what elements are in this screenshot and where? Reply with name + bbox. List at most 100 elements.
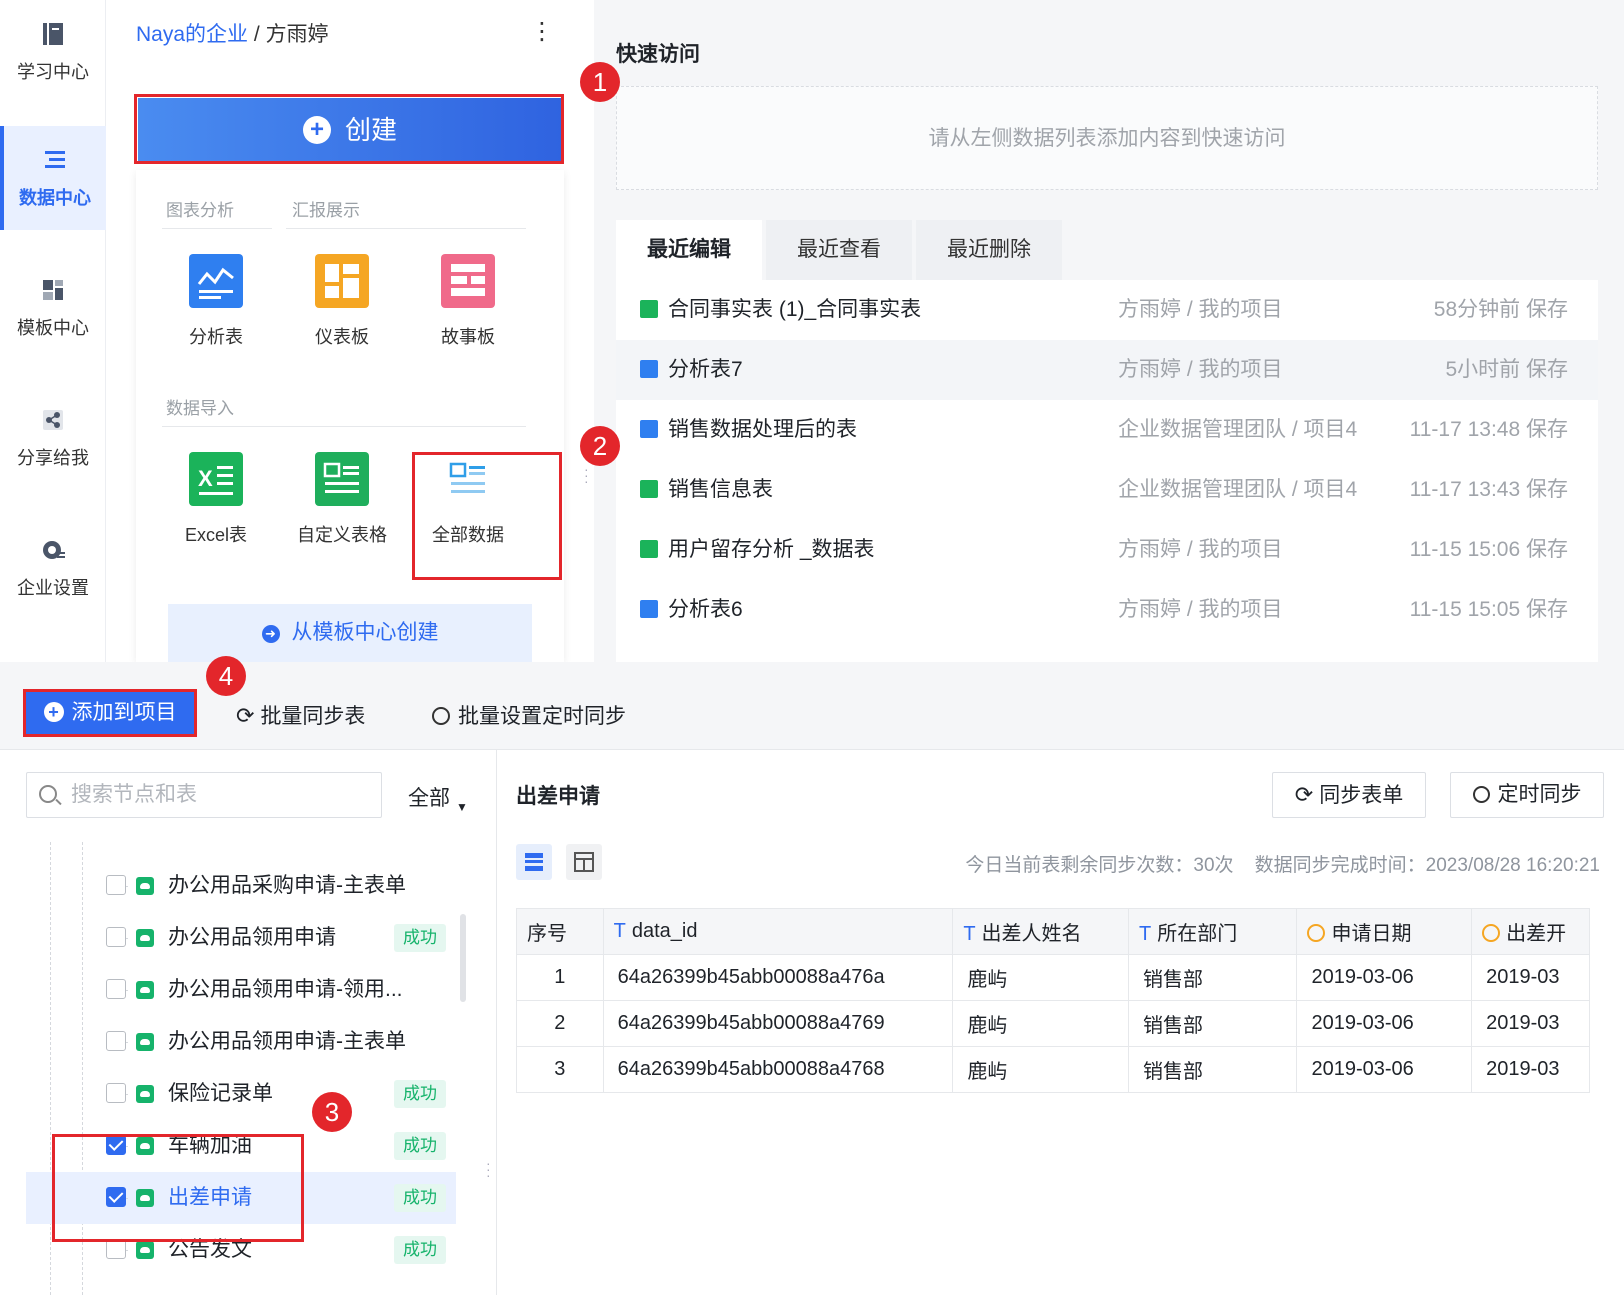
- bottom-screenshot: + 添加到项目 4 ⟳ 批量同步表 批量设置定时同步 搜索节点和表 全部 ▼ 办公用品…: [0, 656, 1624, 1295]
- divider: [286, 228, 526, 229]
- grid-view-icon[interactable]: [566, 844, 602, 880]
- status-badge: 成功: [394, 1080, 446, 1108]
- tab-recent-edit[interactable]: 最近编辑: [616, 220, 762, 280]
- recent-row[interactable]: 销售信息表 企业数据管理团队 / 项目4 11-17 13:43 保存: [616, 460, 1598, 520]
- table-row[interactable]: 2 64a26399b45abb00088a4769 鹿屿 销售部 2019-0…: [516, 1000, 1590, 1047]
- section-data-import: 数据导入: [166, 399, 234, 418]
- tree-item-label: 办公用品领用申请: [168, 926, 336, 949]
- date-type-icon: [1307, 924, 1326, 942]
- search-placeholder: 搜索节点和表: [71, 783, 197, 806]
- recent-name: 销售信息表: [668, 478, 773, 501]
- recent-name: 分析表7: [668, 358, 743, 381]
- table-row[interactable]: 1 64a26399b45abb00088a476a 鹿屿 销售部 2019-0…: [516, 954, 1590, 1001]
- tree-item[interactable]: 保险记录单 成功: [26, 1068, 456, 1120]
- timer-sync-button[interactable]: 定时同步: [1450, 772, 1604, 818]
- sidebar-item-templates[interactable]: 模板中心: [0, 256, 106, 360]
- storyboard-icon: [441, 254, 495, 308]
- pane-divider: [496, 750, 497, 1295]
- breadcrumb-org[interactable]: Naya的企业: [136, 23, 248, 46]
- checkbox[interactable]: [106, 875, 126, 895]
- tile-excel[interactable]: X Excel表: [156, 452, 276, 547]
- recent-row[interactable]: 用户留存分析 _数据表 方雨婷 / 我的项目 11-15 15:06 保存: [616, 520, 1598, 580]
- table-cell: 鹿屿: [952, 1046, 1129, 1093]
- status-badge: 成功: [394, 1132, 446, 1160]
- recent-path: 方雨婷 / 我的项目: [1118, 358, 1283, 381]
- column-header[interactable]: Tdata_id: [602, 908, 954, 955]
- column-header[interactable]: 序号: [516, 908, 604, 955]
- tile-storyboard[interactable]: 故事板: [408, 254, 528, 349]
- highlight-box-4: [23, 689, 197, 737]
- refresh-icon: ⟳: [1294, 782, 1314, 807]
- book-icon: [43, 23, 63, 45]
- toolbar: + 添加到项目 4 ⟳ 批量同步表 批量设置定时同步: [0, 656, 1624, 750]
- tile-dashboard[interactable]: 仪表板: [282, 254, 402, 349]
- column-header[interactable]: 申请日期: [1296, 908, 1473, 955]
- checkbox[interactable]: [106, 927, 126, 947]
- filter-dropdown[interactable]: 全部 ▼: [408, 782, 468, 814]
- sidebar-item-data-center[interactable]: 数据中心: [0, 126, 106, 230]
- timer-icon: [1472, 786, 1490, 803]
- section-report: 汇报展示: [292, 201, 360, 220]
- resize-handle-icon[interactable]: · · ·: [486, 1156, 491, 1182]
- section-chart-analysis: 图表分析: [166, 201, 234, 220]
- sidebar-item-learning[interactable]: 学习中心: [0, 0, 106, 104]
- chart-icon: [640, 600, 658, 618]
- recent-row[interactable]: 分析表6 方雨婷 / 我的项目 11-15 15:05 保存: [616, 580, 1598, 640]
- remaining-sync-count: 今日当前表剩余同步次数：30次: [965, 855, 1234, 876]
- recent-time: 11-15 15:05 保存: [1409, 598, 1568, 621]
- checkbox[interactable]: [106, 979, 126, 999]
- table-cell: 3: [516, 1046, 604, 1093]
- table-cell: 销售部: [1127, 1046, 1298, 1093]
- tree-item[interactable]: 办公用品领用申请 成功: [26, 912, 456, 964]
- tree-scrollbar[interactable]: [460, 914, 466, 1002]
- table-icon: [640, 300, 658, 318]
- settings-icon: [43, 541, 65, 559]
- tree-item[interactable]: 办公用品采购申请-主表单: [26, 860, 456, 912]
- tile-analysis-table[interactable]: 分析表: [156, 254, 276, 349]
- timer-icon: [432, 707, 450, 725]
- batch-timer-button[interactable]: 批量设置定时同步: [432, 700, 626, 730]
- sync-info: 今日当前表剩余同步次数：30次 数据同步完成时间：2023/08/28 16:2…: [965, 850, 1600, 877]
- list-view-icon[interactable]: [516, 844, 552, 880]
- recent-row[interactable]: 销售数据处理后的表 企业数据管理团队 / 项目4 11-17 13:48 保存: [616, 400, 1598, 460]
- column-label: 申请日期: [1331, 923, 1412, 945]
- table-cell: 鹿屿: [952, 954, 1129, 1001]
- sidebar-item-settings[interactable]: 企业设置: [0, 516, 106, 620]
- share-icon: [43, 410, 63, 430]
- checkbox[interactable]: [106, 1083, 126, 1103]
- resize-handle-icon[interactable]: · · ·: [584, 462, 589, 488]
- batch-sync-button[interactable]: ⟳ 批量同步表: [236, 700, 365, 730]
- tree-item-label: 办公用品领用申请-主表单: [168, 1030, 406, 1053]
- recent-path: 企业数据管理团队 / 项目4: [1118, 418, 1358, 441]
- tree-item[interactable]: 办公用品领用申请-领用...: [26, 964, 456, 1016]
- from-template-button[interactable]: ➜ 从模板中心创建: [168, 604, 532, 662]
- tab-recent-delete[interactable]: 最近删除: [916, 220, 1062, 280]
- column-header[interactable]: 出差开: [1471, 908, 1590, 955]
- recent-time: 5小时前 保存: [1445, 358, 1568, 381]
- tab-recent-view[interactable]: 最近查看: [766, 220, 912, 280]
- top-screenshot: 学习中心 数据中心 模板中心 分享给我 企业设置 Naya的企业 / 方雨婷 ⋮…: [0, 0, 1624, 662]
- sync-form-button[interactable]: ⟳ 同步表单: [1272, 772, 1426, 818]
- tree-item[interactable]: 办公用品领用申请-主表单: [26, 1016, 456, 1068]
- text-type-icon: T: [613, 920, 626, 942]
- table-row[interactable]: 3 64a26399b45abb00088a4768 鹿屿 销售部 2019-0…: [516, 1046, 1590, 1093]
- recent-row[interactable]: 合同事实表 (1)_合同事实表 方雨婷 / 我的项目 58分钟前 保存: [616, 280, 1598, 340]
- detail-title: 出差申请: [516, 785, 600, 808]
- column-header[interactable]: T 所在部门: [1127, 908, 1298, 955]
- excel-icon: X: [189, 452, 243, 506]
- sidebar-item-shared[interactable]: 分享给我: [0, 386, 106, 490]
- caret-down-icon: ▼: [456, 800, 468, 814]
- checkbox[interactable]: [106, 1031, 126, 1051]
- checkbox[interactable]: [106, 1239, 126, 1259]
- breadcrumb-user: 方雨婷: [265, 23, 329, 46]
- column-header[interactable]: T 出差人姓名: [952, 908, 1129, 955]
- recent-row[interactable]: 分析表7 方雨婷 / 我的项目 5小时前 保存: [616, 340, 1598, 400]
- recent-path: 方雨婷 / 我的项目: [1118, 598, 1283, 621]
- tile-custom-table[interactable]: 自定义表格: [282, 452, 402, 547]
- analysis-chart-icon: [189, 254, 243, 308]
- sidebar-item-label: 企业设置: [17, 578, 89, 598]
- highlight-box-3: [52, 1134, 304, 1242]
- more-icon[interactable]: ⋮: [530, 20, 554, 44]
- search-input[interactable]: 搜索节点和表: [26, 772, 382, 818]
- tree-item-label: 办公用品采购申请-主表单: [168, 874, 406, 897]
